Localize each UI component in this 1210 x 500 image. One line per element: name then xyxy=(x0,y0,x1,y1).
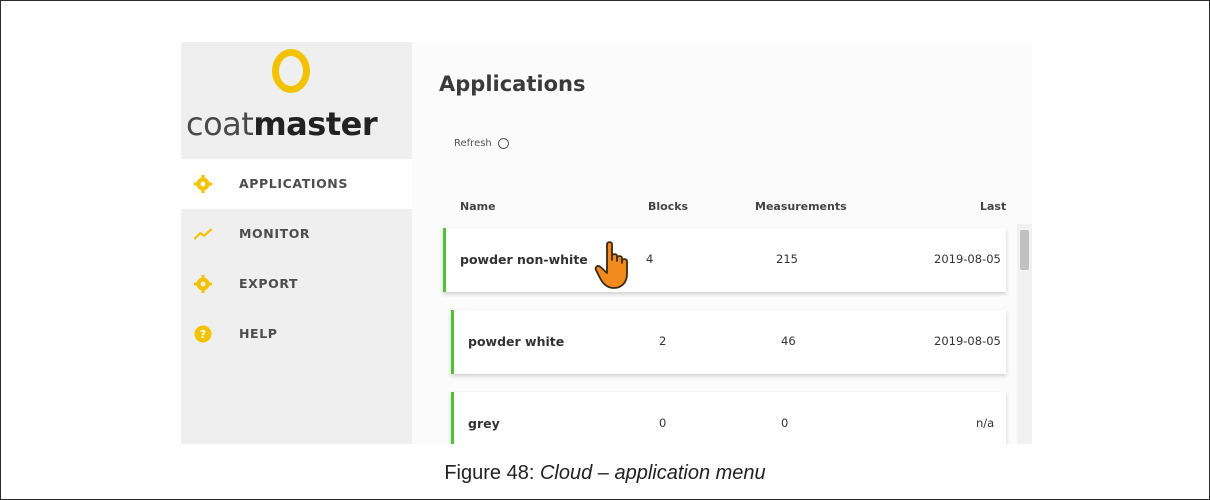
column-header-name[interactable]: Name xyxy=(460,200,496,213)
figure-caption: Figure 48: Cloud – application menu xyxy=(0,462,1210,485)
svg-text:?: ? xyxy=(200,328,206,341)
row-last: n/a xyxy=(976,416,995,430)
table-header: Name Blocks Measurements Last xyxy=(443,200,1006,220)
sidebar-item-export[interactable]: EXPORT xyxy=(181,259,412,309)
sidebar-nav: APPLICATIONS MONITOR EXPORT ? HELP xyxy=(181,159,412,359)
row-measurements: 0 xyxy=(781,416,789,430)
caption-prefix: Figure 48: xyxy=(444,462,540,484)
column-header-measurements[interactable]: Measurements xyxy=(755,200,847,213)
row-last: 2019-08-05 xyxy=(934,334,1001,348)
sidebar-item-label: MONITOR xyxy=(239,226,311,241)
row-name: powder white xyxy=(468,334,565,349)
column-header-blocks[interactable]: Blocks xyxy=(648,200,688,213)
page-title: Applications xyxy=(439,72,586,96)
scrollbar-thumb[interactable] xyxy=(1020,230,1029,270)
sidebar-item-applications[interactable]: APPLICATIONS xyxy=(181,159,412,209)
app-screenshot: coatmaster APPLICATIONS MONITOR EXPORT ?… xyxy=(181,42,1032,444)
table-row[interactable]: powder white 2 46 2019-08-05 xyxy=(451,310,1006,374)
row-measurements: 215 xyxy=(776,252,798,266)
table-row[interactable]: grey 0 0 n/a xyxy=(451,392,1006,444)
row-blocks: 2 xyxy=(659,334,667,348)
sidebar-item-help[interactable]: ? HELP xyxy=(181,309,412,359)
gear-icon xyxy=(194,275,212,293)
caption-text: Cloud – application menu xyxy=(539,462,766,484)
trend-line-icon xyxy=(194,225,212,243)
refresh-button[interactable]: Refresh xyxy=(454,138,509,149)
row-measurements: 46 xyxy=(781,334,796,348)
pointing-hand-cursor-icon xyxy=(594,240,634,290)
table-scrollbar[interactable] xyxy=(1017,224,1032,444)
column-header-last[interactable]: Last xyxy=(980,200,1006,213)
sidebar-item-label: EXPORT xyxy=(239,276,299,291)
refresh-label: Refresh xyxy=(454,138,492,149)
coatmaster-logo: coatmaster xyxy=(186,105,378,143)
sidebar-item-label: APPLICATIONS xyxy=(239,176,348,191)
sidebar-item-label: HELP xyxy=(239,326,278,341)
coatmaster-logo-icon xyxy=(272,49,310,93)
row-blocks: 4 xyxy=(646,252,654,266)
row-blocks: 0 xyxy=(659,416,667,430)
row-last: 2019-08-05 xyxy=(934,252,1001,266)
help-circle-icon: ? xyxy=(194,325,212,343)
row-name: powder non-white xyxy=(460,252,588,267)
sidebar: coatmaster APPLICATIONS MONITOR EXPORT ?… xyxy=(181,42,412,444)
row-name: grey xyxy=(468,416,500,431)
sidebar-item-monitor[interactable]: MONITOR xyxy=(181,209,412,259)
refresh-icon xyxy=(497,138,509,149)
table-row[interactable]: powder non-white 4 215 2019-08-05 xyxy=(443,228,1006,292)
gear-icon xyxy=(194,175,212,193)
